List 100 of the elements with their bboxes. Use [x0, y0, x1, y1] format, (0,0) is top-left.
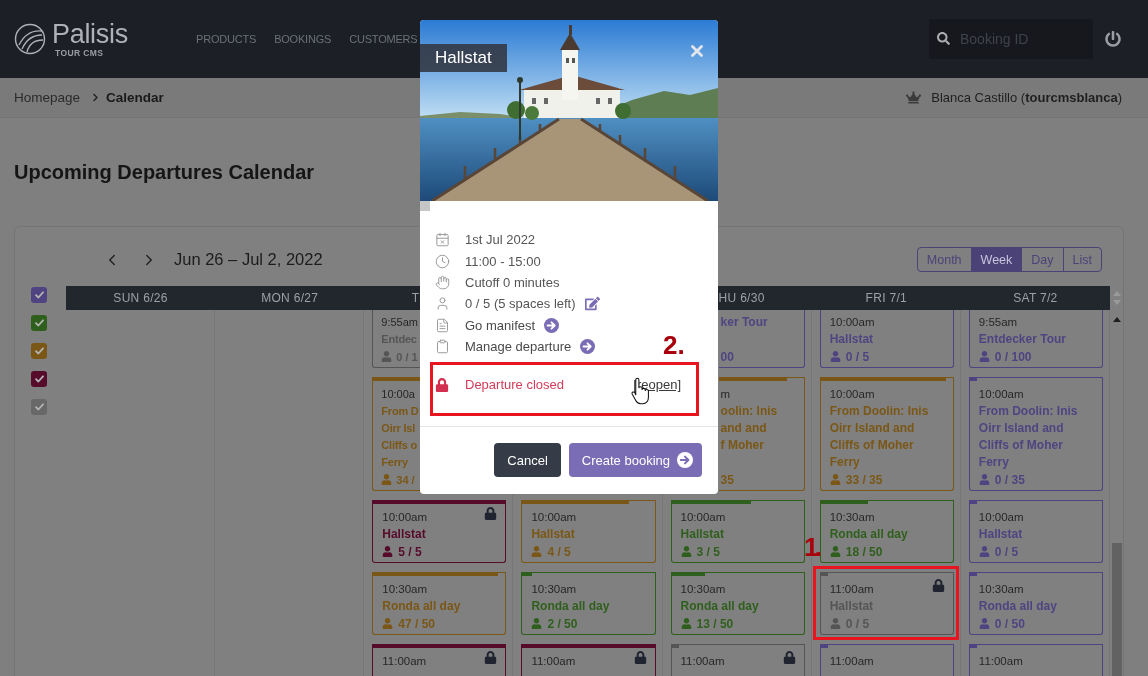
- event-title: From Doolin: Inis Oirr Island and Cliffs of Moher Ferry: [978, 403, 1079, 471]
- day-header: SUN 6/26: [113, 291, 168, 305]
- filter-checkbox[interactable]: [31, 287, 47, 303]
- event-title: Entdecker Tour: [978, 331, 1067, 348]
- check-icon: [34, 347, 44, 355]
- event-title: oolin: Inis and and f Moher: [720, 403, 779, 454]
- event-time: 10:30am: [382, 582, 429, 597]
- scroll-up-icon[interactable]: [1112, 317, 1121, 322]
- annotation-number: 1.: [804, 533, 819, 561]
- event-card[interactable]: 9:55am Entdecker Tour 0 / 100: [968, 310, 1103, 368]
- event-card[interactable]: 10:00am Hallstat 3 / 5: [670, 500, 805, 563]
- time-range-text: 11:00 - 15:00: [465, 253, 541, 269]
- filter-checkbox[interactable]: [31, 371, 47, 387]
- event-card[interactable]: ker Tour 00: [718, 310, 805, 368]
- event-title: Hallstat: [382, 526, 427, 543]
- square-icon: [420, 201, 430, 211]
- spaces-text: 0 / 5 (5 spaces left): [465, 296, 576, 312]
- arrow-circle-icon[interactable]: [580, 339, 596, 355]
- event-card[interactable]: 10:00a From D Oirr Isl Cliffs o Ferry 34 /: [372, 377, 421, 491]
- logo-name: Palisis: [52, 20, 128, 48]
- annotation-number: 2.: [663, 331, 685, 359]
- event-card[interactable]: 11:00am: [372, 644, 507, 676]
- create-booking-button[interactable]: Create booking: [568, 443, 702, 478]
- event-title: ker Tour: [720, 314, 769, 331]
- event-title: From D Oirr Isl Cliffs o Ferry: [381, 404, 420, 470]
- event-card[interactable]: 11:00am: [819, 644, 954, 676]
- event-time: 10:00am: [978, 387, 1025, 402]
- check-icon: [34, 319, 44, 327]
- event-time: 10:30am: [680, 582, 727, 597]
- booking-count: 4 / 5: [547, 544, 571, 559]
- event-time: 10:00am: [382, 510, 429, 525]
- booking-count: 3 / 5: [696, 544, 720, 559]
- power-icon[interactable]: [1105, 31, 1121, 47]
- breadcrumb-item[interactable]: Homepage: [14, 90, 81, 105]
- event-card[interactable]: 10:00am Hallstat 5 / 5: [372, 500, 507, 563]
- user-name[interactable]: Blanca Castillo (tourcmsblanca): [931, 90, 1122, 105]
- check-icon: [34, 291, 44, 299]
- booking-count: 0 / 5: [845, 349, 870, 364]
- booking-count: 18 / 50: [845, 544, 883, 559]
- filter-checkbox[interactable]: [31, 343, 47, 359]
- event-card[interactable]: 10:30am Ronda all day 18 / 50: [819, 500, 954, 563]
- manifest-link[interactable]: Go manifest: [465, 317, 536, 333]
- booking-count: 35: [720, 472, 734, 487]
- day-header: SAT 7/2: [1013, 291, 1058, 305]
- arrow-circle-icon[interactable]: [544, 317, 560, 333]
- event-card[interactable]: 10:30am Ronda all day 2 / 50: [521, 572, 656, 635]
- event-time: m: [720, 387, 732, 402]
- event-card[interactable]: 11:00am: [968, 644, 1103, 676]
- view-tab[interactable]: List: [1062, 248, 1101, 271]
- day-header: MON 6/27: [261, 291, 319, 305]
- event-time: 9:55am: [978, 315, 1019, 330]
- clock-icon: [435, 253, 450, 269]
- event-card[interactable]: 10:00am Hallstat 0 / 5: [968, 500, 1103, 563]
- booking-count: 2 / 50: [547, 616, 578, 631]
- filter-checkbox[interactable]: [31, 399, 47, 415]
- status-text: Departure closed: [465, 377, 564, 393]
- event-time: 11:00am: [531, 654, 577, 669]
- event-card[interactable]: 10:00am Hallstat 0 / 5: [819, 310, 954, 368]
- event-time: 10:30am: [978, 582, 1025, 597]
- user-icon: [435, 296, 450, 312]
- event-card[interactable]: m oolin: Inis and and f Moher 35: [718, 377, 805, 491]
- view-tab[interactable]: Month: [917, 248, 971, 271]
- nav-link[interactable]: CUSTOMERS: [349, 33, 418, 45]
- event-card[interactable]: 10:30am Ronda all day 13 / 50: [670, 572, 805, 635]
- booking-count: 0 / 35: [994, 472, 1025, 487]
- scrollbar-thumb[interactable]: [1111, 543, 1122, 676]
- nav-link[interactable]: BOOKINGS: [274, 33, 332, 45]
- clipboard-icon: [435, 339, 450, 355]
- view-tab[interactable]: Day: [1021, 248, 1063, 271]
- event-card[interactable]: 11:00am: [521, 644, 656, 676]
- event-time: 10:00am: [531, 510, 578, 525]
- event-card[interactable]: 10:00am From Doolin: Inis Oirr Island and Cliffs of Moher Ferry 0 / 35: [968, 377, 1103, 491]
- event-time: 10:30am: [531, 582, 578, 597]
- event-time: 11:00am: [978, 654, 1024, 669]
- nav-link[interactable]: PRODUCTS: [196, 33, 257, 45]
- close-icon[interactable]: [691, 45, 703, 57]
- event-card[interactable]: 10:30am Ronda all day 47 / 50: [372, 572, 507, 635]
- event-card[interactable]: 10:00am Hallstat 4 / 5: [521, 500, 656, 563]
- event-time: 9:55am: [381, 315, 419, 330]
- manage-departure-link[interactable]: Manage departure: [465, 339, 572, 355]
- event-time: 11:00am: [382, 654, 428, 669]
- booking-count: 0 / 100: [994, 349, 1032, 364]
- search-icon: [937, 32, 950, 45]
- event-card[interactable]: 10:00am From Doolin: Inis Oirr Island and Cliffs of Moher Ferry 33 / 35: [819, 377, 954, 491]
- event-time: 11:00am: [829, 582, 875, 597]
- event-card[interactable]: 10:30am Ronda all day 0 / 50: [968, 572, 1103, 635]
- event-title: Ronda all day: [382, 598, 462, 615]
- filter-checkbox[interactable]: [31, 315, 47, 331]
- event-title: Ronda all day: [680, 598, 760, 615]
- event-title: Hallstat: [531, 526, 576, 543]
- page-title: Upcoming Departures Calendar: [14, 160, 315, 184]
- arrow-circle-icon: [677, 452, 693, 469]
- cutoff-text: Cutoff 0 minutes: [465, 274, 560, 290]
- edit-icon[interactable]: [584, 296, 600, 312]
- date-range: Jun 26 – Jul 2, 2022: [174, 250, 323, 269]
- cancel-button[interactable]: Cancel: [494, 443, 561, 478]
- event-card[interactable]: 11:00am: [670, 644, 805, 676]
- event-title: Hallstat: [978, 526, 1024, 543]
- day-header: FRI 7/1: [865, 291, 907, 305]
- view-tab[interactable]: Week: [970, 248, 1022, 271]
